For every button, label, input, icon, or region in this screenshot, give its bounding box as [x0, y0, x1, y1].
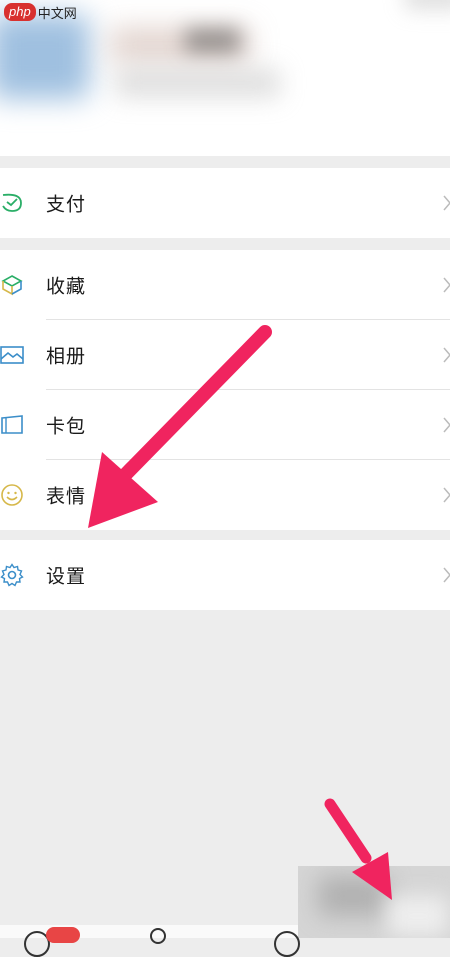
- chevron-right-icon: [443, 195, 450, 211]
- menu-label-cards: 卡包: [46, 415, 87, 438]
- gear-icon: [0, 563, 24, 587]
- menu-label-settings: 设置: [46, 565, 87, 588]
- watermark: php 中文网: [4, 2, 77, 22]
- menu-item-favorites[interactable]: 收藏: [0, 250, 450, 320]
- cube-icon: [1, 275, 23, 296]
- chevron-right-icon: [443, 347, 450, 363]
- chevron-right-icon: [443, 277, 450, 293]
- profile-id-blurred: [115, 68, 280, 98]
- blurred-corner: [405, 0, 450, 10]
- menu-label-favorites: 收藏: [46, 275, 87, 298]
- chevron-right-icon: [443, 417, 450, 433]
- tab-bar: [0, 925, 300, 957]
- chevron-right-icon: [443, 487, 450, 503]
- wallet-check-icon: [2, 193, 22, 212]
- menu-label-pay: 支付: [46, 193, 87, 216]
- menu-item-cards[interactable]: 卡包: [0, 390, 450, 460]
- watermark-logo: php: [4, 3, 36, 21]
- thumbnail-blur-light: [388, 896, 448, 936]
- chevron-right-icon: [443, 567, 450, 583]
- unread-badge: [46, 927, 80, 943]
- pay-group: 支付: [0, 168, 450, 238]
- avatar[interactable]: [0, 14, 90, 99]
- menu-item-stickers[interactable]: 表情: [0, 460, 450, 530]
- card-icon: [1, 415, 23, 434]
- profile-name-blurred-dark: [185, 28, 240, 53]
- menu-item-album[interactable]: 相册: [0, 320, 450, 390]
- photo-icon: [0, 346, 24, 364]
- blurred-thumbnail: [298, 866, 450, 938]
- menu-item-settings[interactable]: 设置: [0, 540, 450, 610]
- menu-label-stickers: 表情: [46, 485, 87, 508]
- thumbnail-blur-dark: [318, 876, 388, 916]
- settings-group: 设置: [0, 540, 450, 610]
- watermark-text: 中文网: [37, 6, 77, 22]
- smiley-icon: [1, 484, 23, 506]
- menu-item-pay[interactable]: 支付: [0, 168, 450, 238]
- menu-label-album: 相册: [46, 345, 87, 368]
- tab-contacts-icon[interactable]: [150, 928, 166, 944]
- tools-group: 收藏 相册 卡包 表情: [0, 250, 450, 530]
- tab-discover-icon[interactable]: [274, 931, 300, 957]
- profile-header[interactable]: [0, 0, 450, 156]
